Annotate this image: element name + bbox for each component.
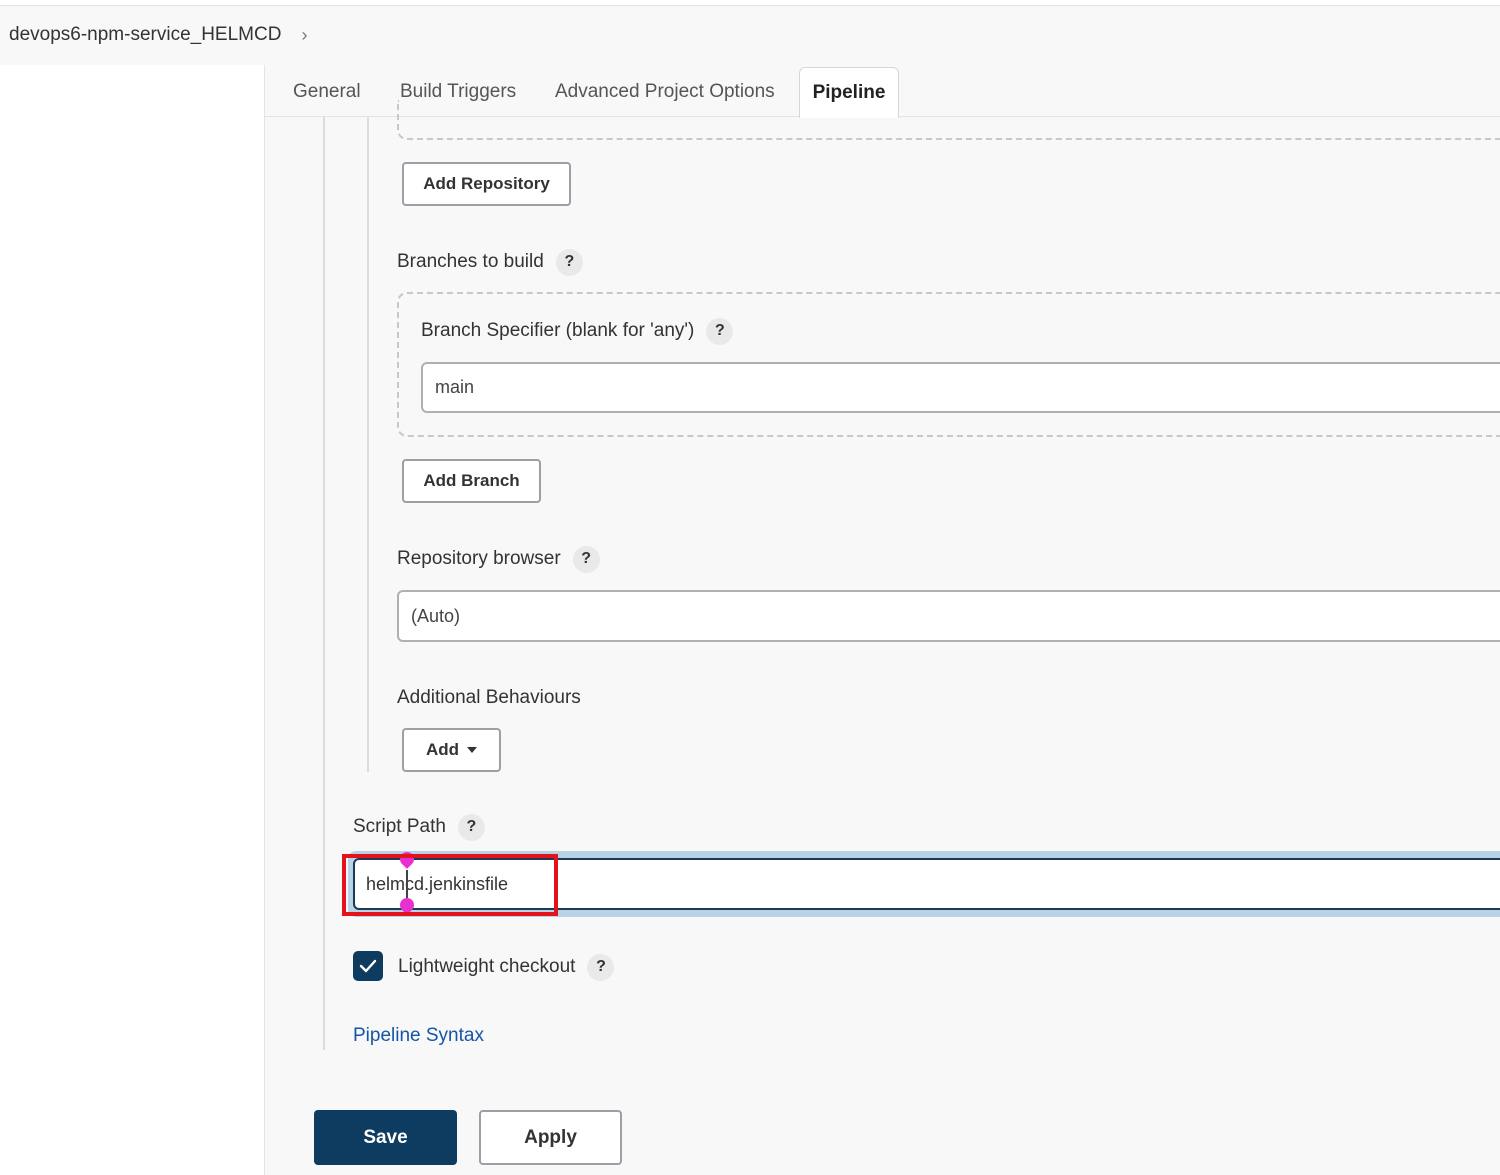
highlight-annotation-box [342, 854, 558, 916]
help-icon[interactable]: ? [587, 953, 615, 981]
sidebar [0, 65, 265, 1175]
branch-specifier-label: Branch Specifier (blank for 'any') ? [421, 317, 734, 345]
help-icon[interactable]: ? [555, 248, 583, 276]
help-icon[interactable]: ? [706, 317, 734, 345]
save-button[interactable]: Save [314, 1110, 457, 1165]
branches-to-build-label: Branches to build ? [397, 248, 583, 276]
add-repository-button[interactable]: Add Repository [402, 162, 571, 206]
branch-specifier-input[interactable]: main [421, 362, 1500, 413]
add-behaviour-dropdown-button[interactable]: Add [402, 728, 501, 772]
apply-button[interactable]: Apply [479, 1110, 622, 1165]
script-path-label: Script Path ? [353, 813, 485, 841]
breadcrumb-project[interactable]: devops6-npm-service_HELMCD [9, 24, 281, 46]
add-branch-button[interactable]: Add Branch [402, 459, 541, 503]
tab-general[interactable]: General [293, 81, 361, 103]
repository-browser-text: Repository browser [397, 548, 561, 569]
add-behaviour-label: Add [425, 740, 460, 759]
help-icon[interactable]: ? [572, 545, 600, 573]
breadcrumb: devops6-npm-service_HELMCD › [9, 24, 307, 46]
chevron-right-icon[interactable]: › [301, 25, 307, 46]
pipeline-syntax-link[interactable]: Pipeline Syntax [353, 1025, 484, 1047]
additional-behaviours-label: Additional Behaviours [397, 685, 581, 711]
breadcrumb-bar: devops6-npm-service_HELMCD › [0, 6, 1500, 65]
checkmark-icon [359, 959, 377, 973]
lightweight-checkout-text[interactable]: Lightweight checkout [398, 956, 575, 978]
additional-behaviours-text: Additional Behaviours [397, 687, 581, 708]
branch-specifier-value: main [435, 377, 475, 397]
script-path-text: Script Path [353, 816, 446, 837]
lightweight-checkout-checkbox[interactable] [353, 951, 383, 981]
repository-browser-select[interactable]: (Auto) [397, 590, 1500, 642]
section-guide-line [323, 117, 325, 1050]
caret-down-icon [467, 747, 478, 753]
branch-specifier-text: Branch Specifier (blank for 'any') [421, 320, 695, 341]
repository-block [397, 100, 1500, 140]
branches-to-build-text: Branches to build [397, 251, 544, 272]
help-icon[interactable]: ? [457, 813, 485, 841]
scm-guide-line [367, 117, 369, 772]
repository-browser-value: (Auto) [411, 605, 461, 626]
lightweight-checkout-label: Lightweight checkout ? [398, 953, 615, 981]
repository-browser-label: Repository browser ? [397, 545, 600, 573]
